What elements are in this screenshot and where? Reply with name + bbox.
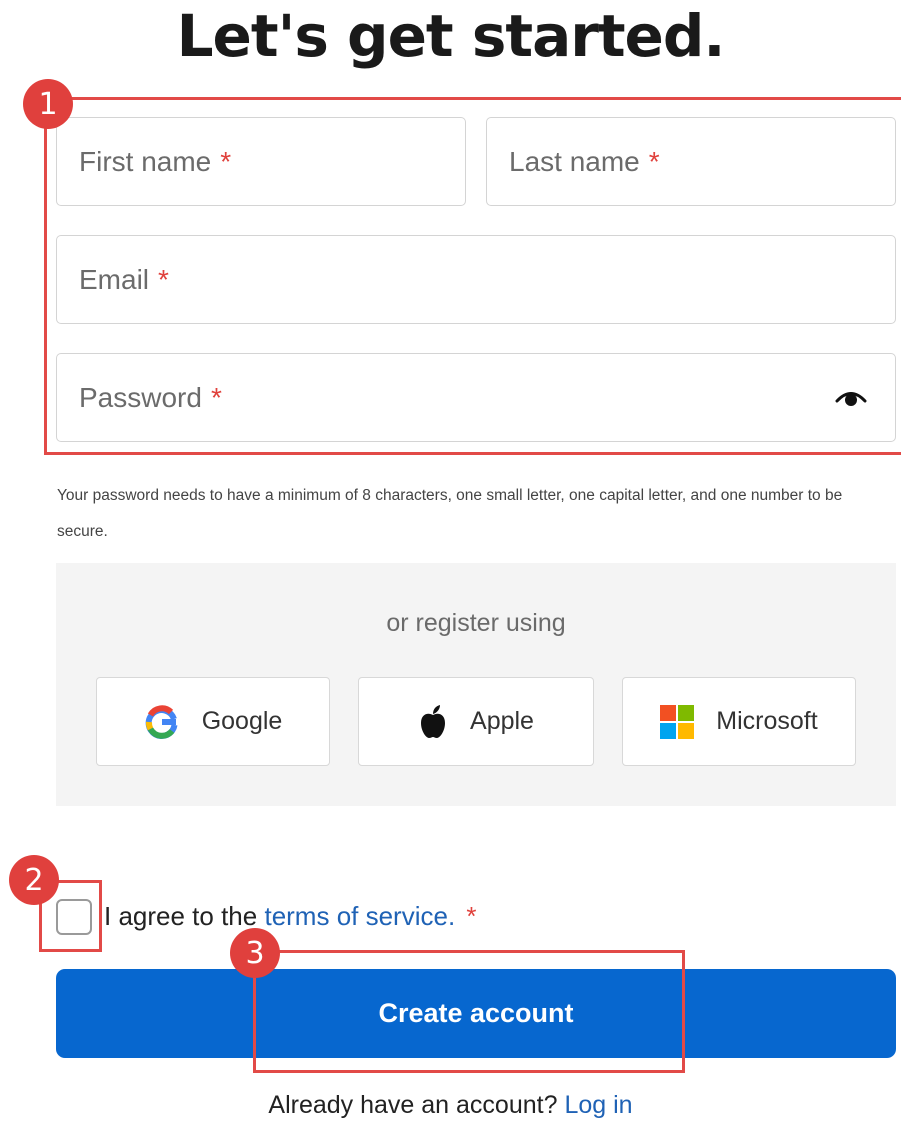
google-icon [145, 704, 178, 739]
microsoft-icon [660, 704, 695, 739]
microsoft-button[interactable]: Microsoft [622, 677, 856, 766]
google-button[interactable]: Google [96, 677, 330, 766]
annotation-box-3 [253, 950, 685, 1073]
social-register-panel: or register using Google Apple Microsoft [56, 563, 896, 806]
annotation-box-1 [44, 97, 901, 455]
annotation-badge-2: 2 [9, 855, 59, 905]
terms-prefix: I agree to the [104, 901, 258, 931]
apple-icon [421, 704, 446, 738]
microsoft-label: Microsoft [716, 707, 818, 735]
terms-of-service-link[interactable]: terms of service. [264, 901, 455, 931]
log-in-link[interactable]: Log in [564, 1091, 632, 1119]
terms-agreement: I agree to the terms of service. * [104, 901, 477, 932]
annotation-badge-1: 1 [23, 79, 73, 129]
google-label: Google [201, 707, 283, 735]
login-prompt-text: Already have an account? [268, 1091, 558, 1119]
apple-label: Apple [470, 707, 534, 735]
apple-button[interactable]: Apple [358, 677, 594, 766]
page-title: Let's get started. [176, 2, 726, 70]
password-hint: Your password needs to have a minimum of… [57, 487, 843, 540]
login-prompt: Already have an account? Log in [0, 1091, 901, 1120]
or-register-text: or register using [386, 609, 566, 637]
required-marker: * [466, 901, 477, 931]
annotation-badge-3: 3 [230, 928, 280, 978]
